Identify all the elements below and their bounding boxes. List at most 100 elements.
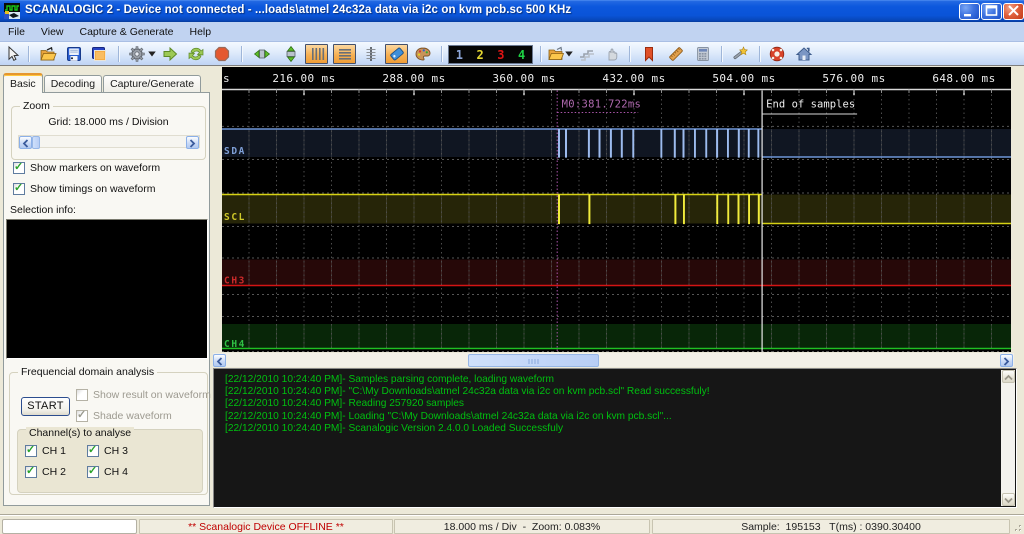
log-line: [22/12/2010 10:24:40 PM]- Loading "C:\My… [225, 410, 672, 422]
wave-scroll-right-button[interactable] [1000, 353, 1013, 367]
hand-tool-button[interactable] [602, 44, 622, 64]
check-icon: ✓ [88, 465, 98, 477]
zoom-scroll-right-button[interactable] [186, 136, 199, 149]
show-horizontal-grid-button[interactable] [333, 44, 356, 64]
arrowR-icon [163, 46, 178, 62]
menu-bar: File View Capture & Generate Help [0, 22, 1024, 42]
settings-dropdown-arrow[interactable] [147, 44, 157, 64]
analyse-ch-4[interactable]: ✓ CH 4 [87, 465, 128, 478]
zoom-scrollbar[interactable] [18, 135, 200, 149]
thumb-grip-icon [528, 358, 539, 364]
fda-option-shade-waveform[interactable]: ✓ Shade waveform [76, 409, 172, 422]
toolbar: 1234 [0, 42, 1024, 66]
tab-basic[interactable]: Basic [3, 73, 43, 93]
channel-indicator-box[interactable]: 1234 [448, 45, 533, 64]
minimize-button[interactable] [959, 3, 980, 20]
wave-scroll-left-button[interactable] [213, 353, 226, 367]
toolbar-separator [759, 46, 761, 62]
analyse-ch-1[interactable]: ✓ CH 1 [25, 444, 66, 457]
start-capture-button[interactable] [160, 44, 180, 64]
menu-view[interactable]: View [33, 24, 72, 40]
resize-grip-icon[interactable] [1013, 523, 1023, 533]
checkbox-checked[interactable]: ✓ [25, 444, 37, 457]
option-show-timings-on-waveform[interactable]: ✓ Show timings on waveform [13, 182, 155, 195]
expand-vertical-button[interactable] [281, 44, 301, 64]
log-vscrollbar[interactable] [1001, 370, 1015, 506]
menu-capture-generate[interactable]: Capture & Generate [72, 24, 182, 40]
chevron-left-icon [216, 356, 223, 366]
option-show-markers-on-waveform[interactable]: ✓ Show markers on waveform [13, 161, 161, 174]
device-offline-text: ** Scanalogic Device OFFLINE ** [188, 520, 344, 533]
checkbox-label: CH 3 [104, 445, 128, 457]
fda-option-show-result-on-waveform[interactable]: Show result on waveform [76, 389, 211, 401]
colors-palette-button[interactable] [412, 44, 434, 64]
calc-icon [697, 47, 709, 61]
caret-icon [565, 51, 573, 57]
check-icon: ✓ [26, 444, 36, 456]
magic-wand-button[interactable] [729, 44, 751, 64]
refresh-icon [188, 47, 204, 61]
zoom-scroll-left-button[interactable] [19, 136, 32, 149]
start-button[interactable]: START [21, 397, 70, 416]
log-line: [22/12/2010 10:24:40 PM]- Reading 257920… [225, 398, 465, 410]
refresh-button[interactable] [186, 44, 206, 64]
open-recent-button[interactable] [546, 44, 566, 64]
channel-2-indicator[interactable]: 2 [477, 48, 484, 62]
save-button[interactable] [63, 44, 85, 64]
analyse-ch-3[interactable]: ✓ CH 3 [87, 444, 128, 457]
measure-ruler-button[interactable] [665, 44, 687, 64]
hexpand-icon [253, 49, 271, 59]
sidebar: Basic Decoding Capture/Generate Zoom Grid: … [0, 66, 213, 515]
calculator-button[interactable] [693, 44, 713, 64]
help-button[interactable] [767, 44, 787, 64]
palette-icon [415, 47, 431, 61]
toolbar-separator [28, 46, 30, 62]
svg-text:216.00 ms: 216.00 ms [272, 72, 335, 85]
stop-button[interactable] [212, 44, 232, 64]
show-tags-button[interactable] [385, 44, 408, 64]
log-scroll-up-button[interactable] [1001, 370, 1015, 383]
export-image-button[interactable] [88, 44, 110, 64]
open-recent-dropdown-arrow[interactable] [564, 44, 574, 64]
open-file-button[interactable] [37, 44, 59, 64]
close-button[interactable] [1003, 3, 1024, 20]
steps-view-button[interactable] [576, 44, 598, 64]
checkbox-checked[interactable]: ✓ [13, 182, 25, 195]
bookmark-button[interactable] [639, 44, 659, 64]
home-button[interactable] [794, 44, 814, 64]
wave-scroll-thumb[interactable] [468, 353, 599, 367]
waveform-hscrollbar[interactable] [213, 353, 1014, 367]
hand-icon [608, 48, 618, 61]
maximize-button[interactable] [981, 3, 1002, 20]
checkbox-checked[interactable]: ✓ [13, 161, 25, 174]
hlines-icon [338, 49, 351, 60]
menu-help[interactable]: Help [181, 24, 219, 40]
axis-ticks-button[interactable] [361, 44, 381, 64]
settings-gear-button[interactable] [127, 44, 147, 64]
zoom-scroll-thumb[interactable] [32, 136, 40, 149]
checkbox-checked[interactable]: ✓ [76, 409, 88, 422]
waveform-plot[interactable]: 216.00 ms 288.00 ms 360.00 ms 432.00 ms 504.… [213, 66, 1024, 353]
checkbox-label: Show markers on waveform [30, 162, 161, 174]
checkbox-checked[interactable]: ✓ [87, 444, 99, 457]
expand-horizontal-button[interactable] [252, 44, 272, 64]
menu-file[interactable]: File [0, 24, 33, 40]
channel-3-indicator[interactable]: 3 [497, 48, 504, 62]
checkbox-checked[interactable]: ✓ [87, 465, 99, 478]
check-icon: ✓ [77, 409, 87, 421]
tab-capture-generate[interactable]: Capture/Generate [103, 75, 202, 93]
checkbox-unchecked[interactable] [76, 389, 88, 401]
analyse-ch-2[interactable]: ✓ CH 2 [25, 465, 66, 478]
channel-4-indicator[interactable]: 4 [518, 48, 525, 62]
show-vertical-grid-button[interactable] [305, 44, 328, 64]
chevron-down-icon [1003, 497, 1013, 503]
tab-strip: Basic Decoding Capture/Generate [3, 73, 202, 93]
tab-decoding[interactable]: Decoding [43, 75, 103, 93]
channel-1-indicator[interactable]: 1 [456, 48, 463, 62]
ruler-icon [669, 47, 683, 61]
toolbar-separator [721, 46, 723, 62]
log-scroll-down-button[interactable] [1001, 493, 1015, 506]
pointer-tool-button[interactable] [3, 44, 23, 64]
zoom-group-label: Zoom [20, 100, 53, 112]
checkbox-checked[interactable]: ✓ [25, 465, 37, 478]
